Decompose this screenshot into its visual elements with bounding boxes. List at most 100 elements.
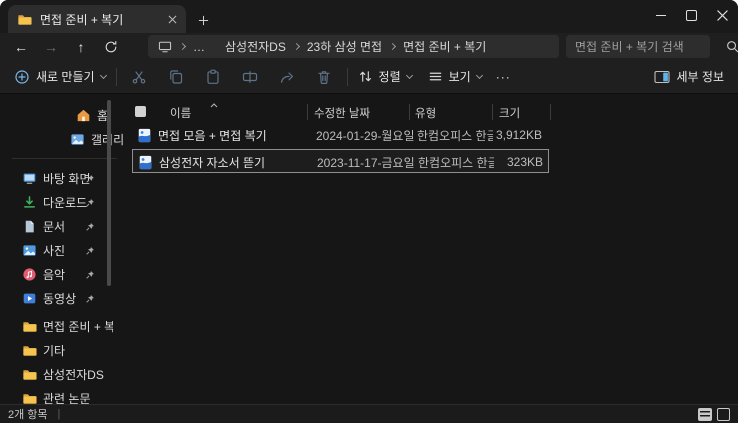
trash-icon	[318, 70, 330, 84]
videos-icon	[22, 291, 37, 306]
file-name: 삼성전자 자소서 뜯기	[159, 155, 266, 170]
toolbar-divider	[115, 67, 117, 86]
column-header-size[interactable]: 크기	[499, 105, 520, 121]
breadcrumb-overflow[interactable]: …	[193, 40, 205, 54]
clipboard-buttons	[131, 68, 333, 85]
hwp-file-icon	[138, 123, 151, 147]
command-bar: 새로 만들기 정렬 보기 ··· 세부 정보	[0, 60, 738, 93]
chevron-down-icon	[99, 71, 107, 79]
pin-icon	[85, 221, 95, 235]
sidebar-item-folder-interview[interactable]: 면접 준비 + 복기	[0, 314, 129, 338]
sidebar-item-label: 사진	[43, 243, 66, 258]
status-bar: 2개 항목 |	[0, 404, 738, 423]
share-button[interactable]	[279, 68, 296, 85]
sidebar-item-label: 바탕 화면	[43, 171, 91, 186]
documents-icon	[22, 219, 37, 234]
view-lines-icon	[428, 69, 443, 84]
sidebar-item-folder-etc[interactable]: 기타	[0, 338, 129, 362]
file-row[interactable]: 면접 모음 + 면접 복기 2024-01-29-월요일 오... 한컴오피스 …	[132, 123, 549, 147]
sidebar-item-label: 삼성전자DS	[43, 367, 104, 382]
maximize-icon	[686, 10, 697, 21]
large-icons-view-icon	[717, 407, 730, 421]
cut-icon	[132, 70, 146, 84]
sidebar-item-label: 기타	[43, 343, 66, 358]
column-header-type[interactable]: 유형	[415, 105, 436, 121]
sidebar-item-label: 동영상	[43, 291, 77, 306]
back-button[interactable]: ←	[6, 34, 36, 60]
sort-arrows-icon	[358, 69, 373, 84]
new-button[interactable]: 새로 만들기	[14, 68, 107, 85]
tab-close-icon[interactable]	[168, 15, 177, 24]
this-pc-icon[interactable]	[158, 41, 172, 53]
new-tab-button[interactable]	[194, 11, 212, 29]
copy-button[interactable]	[168, 68, 185, 85]
refresh-button[interactable]	[96, 34, 126, 60]
refresh-icon	[105, 40, 117, 52]
search-icon[interactable]	[726, 40, 738, 53]
new-plus-circle-icon	[14, 69, 30, 85]
breadcrumb-chevron-icon	[292, 42, 300, 51]
file-row-selected[interactable]: 삼성전자 자소서 뜯기 2023-11-17-금요일 오... 한컴오피스 한글…	[132, 149, 549, 173]
hwp-file-icon	[139, 150, 152, 174]
breadcrumb-item[interactable]: 면접 준비 + 복기	[403, 38, 486, 55]
forward-button[interactable]: →	[36, 34, 66, 60]
details-view-toggle[interactable]	[698, 407, 712, 421]
sort-button[interactable]: 정렬	[358, 68, 413, 85]
status-divider: |	[57, 408, 61, 420]
close-button[interactable]	[707, 0, 738, 31]
sidebar-item-videos[interactable]: 동영상	[0, 286, 129, 310]
home-icon	[76, 108, 91, 123]
pin-icon	[85, 173, 95, 187]
more-options-button[interactable]: ···	[496, 70, 511, 84]
pictures-icon	[22, 243, 37, 258]
gallery-icon	[70, 132, 85, 147]
cut-button[interactable]	[131, 68, 148, 85]
details-pane-icon	[653, 70, 670, 84]
sidebar-item-label: 면접 준비 + 복기	[43, 319, 113, 334]
music-icon	[22, 267, 37, 282]
large-icons-view-toggle[interactable]	[717, 407, 730, 421]
close-icon	[717, 10, 728, 21]
column-header-date[interactable]: 수정한 날짜	[314, 105, 370, 121]
file-size: 3,912KB	[495, 128, 542, 142]
details-pane-label: 세부 정보	[676, 70, 725, 84]
maximize-button[interactable]	[676, 0, 707, 31]
select-all-checkbox[interactable]	[135, 106, 146, 117]
view-button[interactable]: 보기	[428, 68, 483, 85]
chevron-down-icon	[475, 71, 483, 79]
desktop-icon	[22, 171, 37, 186]
sidebar-scrollbar-thumb[interactable]	[107, 100, 111, 286]
column-divider[interactable]	[492, 104, 493, 120]
explorer-tab[interactable]: 면접 준비 + 복기	[8, 5, 186, 33]
search-input[interactable]: 면접 준비 + 복기 검색	[566, 35, 710, 58]
address-field[interactable]: … 삼성전자DS 23하 삼성 면접 면접 준비 + 복기	[148, 35, 559, 58]
pin-icon	[85, 245, 95, 259]
pin-icon	[85, 197, 95, 211]
delete-button[interactable]	[316, 68, 333, 85]
column-header-name[interactable]: 이름	[170, 105, 191, 121]
folder-icon	[22, 343, 37, 358]
file-size: 323KB	[506, 155, 543, 169]
folder-icon	[22, 391, 37, 406]
column-divider[interactable]	[307, 104, 308, 120]
paste-button[interactable]	[205, 68, 222, 85]
title-bar: 면접 준비 + 복기	[0, 0, 738, 33]
file-list-pane: 이름 수정한 날짜 유형 크기 면접 모음 + 면접 복기 2024-01-29…	[130, 94, 738, 404]
file-date: 2024-01-29-월요일 오...	[316, 128, 414, 143]
minimize-button[interactable]	[645, 0, 676, 31]
item-count: 2개 항목	[8, 409, 48, 421]
sidebar-separator	[12, 158, 117, 159]
up-button[interactable]: ↑	[66, 34, 96, 60]
nav-buttons: ← → ↑	[6, 33, 126, 60]
column-divider[interactable]	[409, 104, 410, 120]
breadcrumb-item[interactable]: 삼성전자DS	[225, 38, 286, 55]
breadcrumb-item[interactable]: 23하 삼성 면접	[307, 38, 382, 55]
rename-button[interactable]	[242, 68, 259, 85]
pin-icon	[85, 269, 95, 283]
chevron-down-icon	[405, 71, 413, 79]
view-button-label: 보기	[448, 70, 471, 84]
column-divider[interactable]	[550, 104, 551, 120]
sidebar-item-folder-samsungds[interactable]: 삼성전자DS	[0, 362, 129, 386]
details-pane-button[interactable]: 세부 정보	[653, 68, 725, 85]
breadcrumb-chevron-icon	[389, 42, 397, 51]
